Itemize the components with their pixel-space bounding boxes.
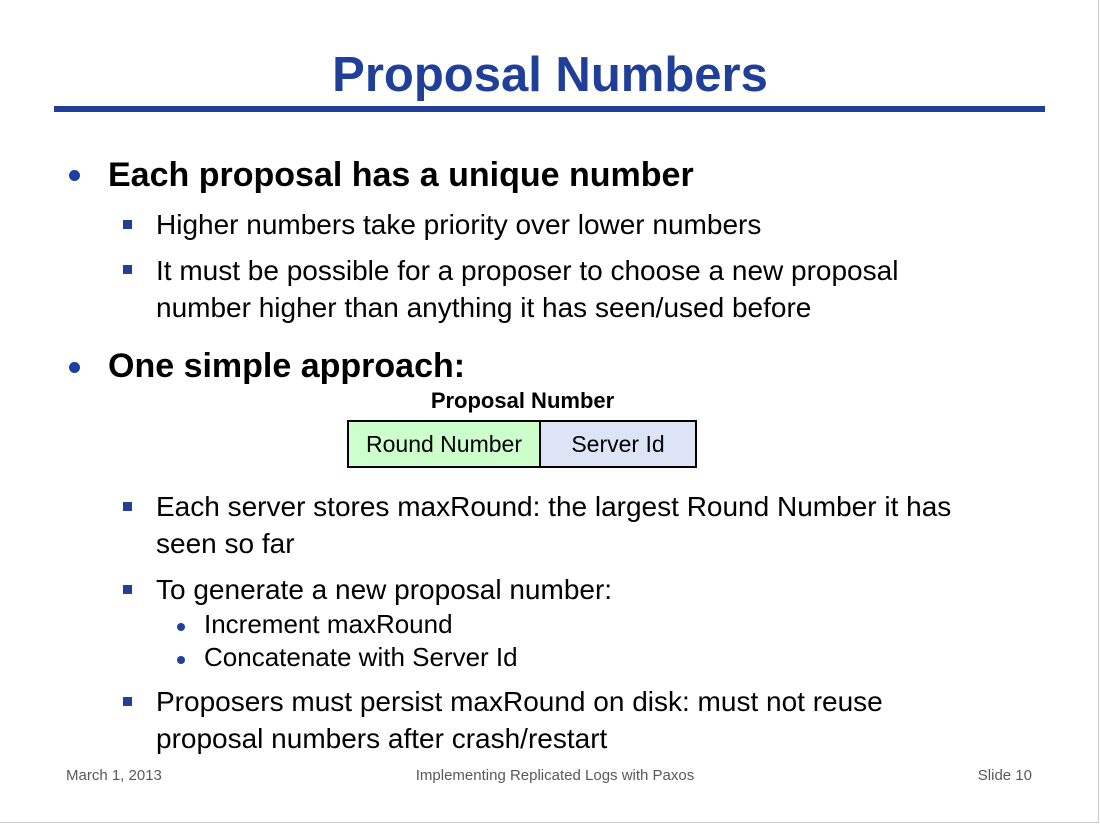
- footer-title: Implementing Replicated Logs with Paxos: [415, 767, 695, 784]
- bullet-2-sub-3-line-2: proposal numbers after crash/restart: [156, 723, 608, 754]
- bullet-2-sub-1-line-1: Each server stores maxRound: the largest…: [156, 491, 952, 522]
- bullet-1-text: Each proposal has a unique number: [108, 156, 694, 194]
- bullet-2-sub-2-item-1: Increment maxRound: [204, 609, 453, 639]
- slide-title: Proposal Numbers: [332, 48, 768, 102]
- bullet-2-sub-2: To generate a new proposal number:: [156, 574, 613, 605]
- bullet-2-sub-1-line-2: seen so far: [156, 528, 295, 559]
- sub-bullet-square: [123, 697, 132, 706]
- sub-sub-bullet-dot: [177, 656, 185, 664]
- sub-bullet-square: [123, 585, 132, 594]
- bullet-2-sub-3-line-1: Proposers must persist maxRound on disk:…: [156, 686, 883, 717]
- title-underline: [54, 106, 1045, 112]
- proposal-number-label: Proposal Number: [430, 388, 615, 413]
- bullet-2-sub-2-item-2: Concatenate with Server Id: [204, 642, 518, 672]
- sub-bullet-square: [123, 502, 132, 511]
- proposal-number-diagram: Round Number Server Id: [347, 420, 697, 468]
- footer-slide-number: Slide 10: [977, 767, 1032, 784]
- bullet-2-text: One simple approach:: [108, 347, 466, 385]
- server-id-field: Server Id: [541, 422, 695, 466]
- sub-bullet-square: [123, 265, 132, 274]
- bullet-1-sub-2-line-2: number higher than anything it has seen/…: [156, 292, 812, 323]
- sub-bullet-square: [123, 220, 132, 229]
- bullet-dot: [69, 362, 80, 373]
- bullet-1-sub-1: Higher numbers take priority over lower …: [156, 209, 762, 240]
- bullet-dot: [69, 170, 80, 181]
- round-number-field: Round Number: [349, 422, 541, 466]
- bullet-1-sub-2-line-1: It must be possible for a proposer to ch…: [156, 255, 899, 286]
- slide: Proposal Numbers Each proposal has a uni…: [0, 0, 1099, 823]
- sub-sub-bullet-dot: [177, 623, 185, 631]
